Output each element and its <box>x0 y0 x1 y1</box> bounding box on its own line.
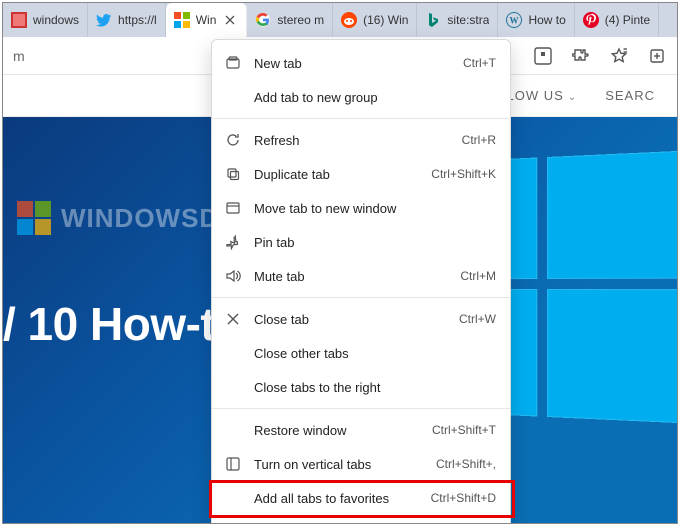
tab-strip: windows https://l Win stereo m <box>3 3 677 37</box>
menu-item-label: Restore window <box>254 423 420 438</box>
menu-separator <box>212 118 510 119</box>
menu-item-shortcut: Ctrl+Shift+D <box>431 491 496 505</box>
app-launcher-icon[interactable] <box>533 46 553 66</box>
wordpress-icon: W <box>506 12 522 28</box>
menu-item-label: Close tab <box>254 312 447 327</box>
mute-icon <box>224 267 242 285</box>
menu-item-label: Move tab to new window <box>254 201 496 216</box>
menu-item-label: Turn on vertical tabs <box>254 457 424 472</box>
menu-item-shortcut: Ctrl+M <box>460 269 496 283</box>
blank-icon <box>224 489 242 507</box>
move-window-icon <box>224 199 242 217</box>
tab-item[interactable]: windows <box>3 3 88 37</box>
duplicate-icon <box>224 165 242 183</box>
google-icon <box>255 12 271 28</box>
menu-item-label: Add tab to new group <box>254 90 496 105</box>
pinterest-icon <box>583 12 599 28</box>
menu-item[interactable]: Duplicate tab Ctrl+Shift+K <box>212 157 510 191</box>
tab-item[interactable]: stereo m <box>247 3 333 37</box>
menu-item-label: Pin tab <box>254 235 496 250</box>
menu-item-label: Duplicate tab <box>254 167 419 182</box>
menu-item-label: Add all tabs to favorites <box>254 491 419 506</box>
tab-label: How to <box>528 13 565 27</box>
search-link[interactable]: SEARC <box>605 88 655 103</box>
menu-item-label: New tab <box>254 56 451 71</box>
collections-icon <box>224 523 242 524</box>
tab-item[interactable]: (16) Win <box>333 3 417 37</box>
bing-icon <box>425 12 441 28</box>
reddit-icon <box>341 12 357 28</box>
menu-item[interactable]: Add all tabs to favorites Ctrl+Shift+D <box>212 481 510 515</box>
menu-item-label: Close tabs to the right <box>254 380 496 395</box>
blank-icon <box>224 344 242 362</box>
tab-context-menu: New tab Ctrl+T Add tab to new group Refresh… <box>211 39 511 524</box>
tab-label: https://l <box>118 13 157 27</box>
tab-item[interactable]: site:stra <box>417 3 498 37</box>
blank-icon <box>224 88 242 106</box>
menu-item[interactable]: Restore window Ctrl+Shift+T <box>212 413 510 447</box>
menu-item-shortcut: Ctrl+W <box>459 312 496 326</box>
menu-item-shortcut: Ctrl+Shift+, <box>436 457 496 471</box>
refresh-icon <box>224 131 242 149</box>
site-favicon-icon <box>174 12 190 28</box>
vertical-icon <box>224 455 242 473</box>
menu-item-label: Refresh <box>254 133 450 148</box>
tab-item[interactable]: W How to <box>498 3 574 37</box>
tab-label: (4) Pinte <box>605 13 650 27</box>
menu-item[interactable]: Close other tabs <box>212 336 510 370</box>
tab-label: Win <box>196 13 217 27</box>
menu-item[interactable]: Refresh Ctrl+R <box>212 123 510 157</box>
blank-icon <box>224 421 242 439</box>
menu-item[interactable]: Mute tab Ctrl+M <box>212 259 510 293</box>
menu-item[interactable]: Close tab Ctrl+W <box>212 302 510 336</box>
menu-item-shortcut: Ctrl+R <box>462 133 496 147</box>
favicon-generic-icon <box>11 12 27 28</box>
blank-icon <box>224 378 242 396</box>
menu-item[interactable]: Turn on vertical tabs Ctrl+Shift+, <box>212 447 510 481</box>
menu-item-label: Mute tab <box>254 269 448 284</box>
menu-item[interactable]: Pin tab <box>212 225 510 259</box>
close-icon <box>224 310 242 328</box>
menu-separator <box>212 297 510 298</box>
menu-item[interactable]: Close tabs to the right <box>212 370 510 404</box>
new-tab-icon <box>224 54 242 72</box>
tab-close-icon[interactable] <box>222 12 238 28</box>
svg-text:W: W <box>510 16 519 26</box>
tab-label: windows <box>33 13 79 27</box>
menu-item-shortcut: Ctrl+Shift+T <box>432 423 496 437</box>
menu-item-label: Close other tabs <box>254 346 496 361</box>
tab-label: (16) Win <box>363 13 408 27</box>
menu-separator <box>212 408 510 409</box>
menu-item[interactable]: New tab Ctrl+T <box>212 46 510 80</box>
pin-icon <box>224 233 242 251</box>
menu-item-shortcut: Ctrl+Shift+K <box>431 167 496 181</box>
menu-item[interactable]: Add tab to new group <box>212 80 510 114</box>
menu-item[interactable]: Move tab to new window <box>212 191 510 225</box>
menu-item[interactable]: Add all tabs to Collections› <box>212 515 510 524</box>
menu-item-shortcut: Ctrl+T <box>463 56 496 70</box>
collections-icon[interactable] <box>647 46 667 66</box>
tab-label: site:stra <box>447 13 489 27</box>
extensions-icon[interactable] <box>571 46 591 66</box>
twitter-icon <box>96 12 112 28</box>
tab-item-active[interactable]: Win <box>166 3 248 37</box>
tab-label: stereo m <box>277 13 324 27</box>
chevron-down-icon: ⌄ <box>568 92 577 103</box>
windows-grid-icon <box>17 201 51 235</box>
tab-item[interactable]: (4) Pinte <box>575 3 659 37</box>
tab-item[interactable]: https://l <box>88 3 166 37</box>
favorites-icon[interactable] <box>609 46 629 66</box>
